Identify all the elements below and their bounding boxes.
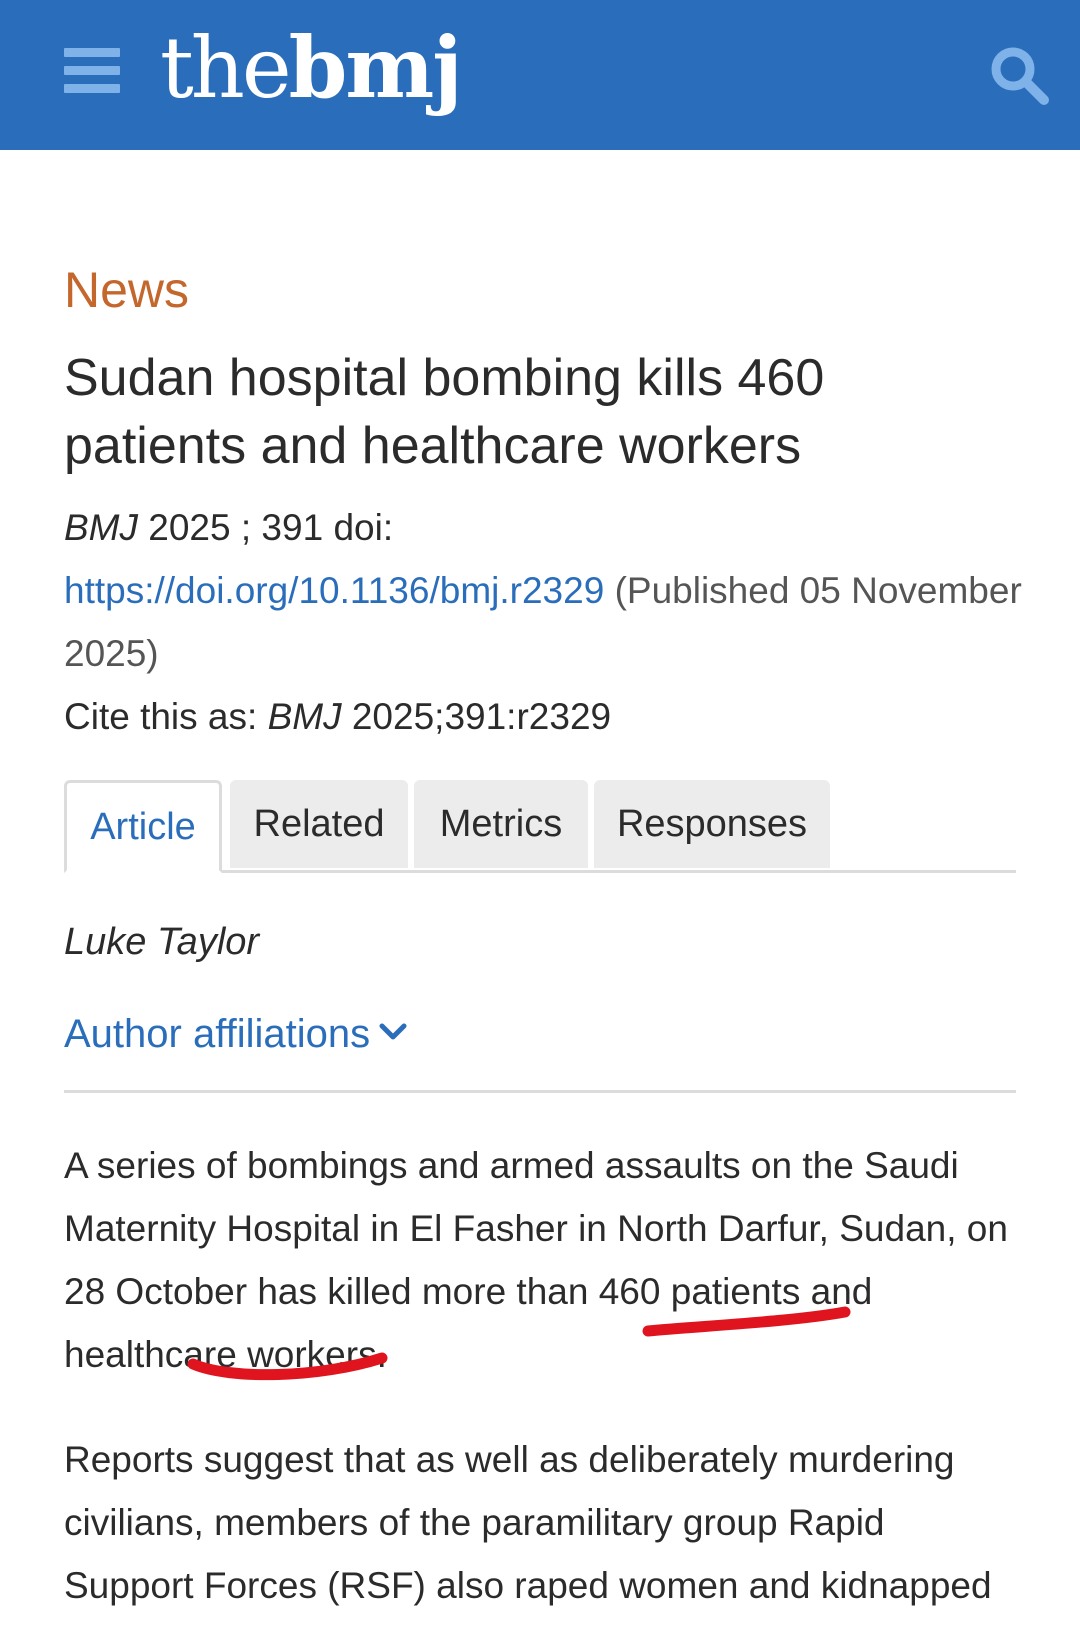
logo-text-bold: bmj xyxy=(288,18,463,117)
cite-journal: BMJ xyxy=(267,696,342,737)
menu-icon-line xyxy=(64,48,120,57)
menu-icon[interactable] xyxy=(64,48,120,94)
cite-prefix: Cite this as: xyxy=(64,696,268,737)
menu-icon-line xyxy=(64,66,120,75)
author-affiliations-toggle[interactable]: Author affiliations xyxy=(64,1006,408,1062)
body-paragraph-2: Reports suggest that as well as delibera… xyxy=(64,1439,992,1606)
journal-name: BMJ xyxy=(64,507,138,548)
doi-link[interactable]: https://doi.org/10.1136/bmj.r2329 xyxy=(64,570,604,611)
doi-label: doi: xyxy=(333,507,394,548)
tab-responses[interactable]: Responses xyxy=(594,780,830,868)
logo-text-light: the xyxy=(160,19,292,117)
section-label[interactable]: News xyxy=(64,258,189,322)
article-title: Sudan hospital bombing kills 460 patient… xyxy=(64,349,825,475)
bmj-logo[interactable]: thebmj xyxy=(160,18,463,118)
tab-related[interactable]: Related xyxy=(230,780,408,868)
tab-article[interactable]: Article xyxy=(64,780,222,873)
top-navigation-bar: thebmj xyxy=(0,0,1080,150)
chevron-down-icon xyxy=(379,1023,407,1040)
article-tabs: Article Related Metrics Responses xyxy=(64,780,1016,873)
divider xyxy=(64,1090,1016,1093)
tab-metrics[interactable]: Metrics xyxy=(414,780,588,868)
body-paragraph-1: A series of bombings and armed assaults … xyxy=(64,1145,1008,1375)
volume-text: 2025 ; 391 xyxy=(138,507,334,548)
author-affiliations-label: Author affiliations xyxy=(64,1012,371,1056)
menu-icon-line xyxy=(64,84,120,93)
cite-reference: 2025;391:r2329 xyxy=(341,696,612,737)
author-name: Luke Taylor xyxy=(64,921,260,963)
citation-block: BMJ 2025 ; 391 doi: https://doi.org/10.1… xyxy=(64,496,1024,748)
search-icon[interactable] xyxy=(988,44,1050,106)
